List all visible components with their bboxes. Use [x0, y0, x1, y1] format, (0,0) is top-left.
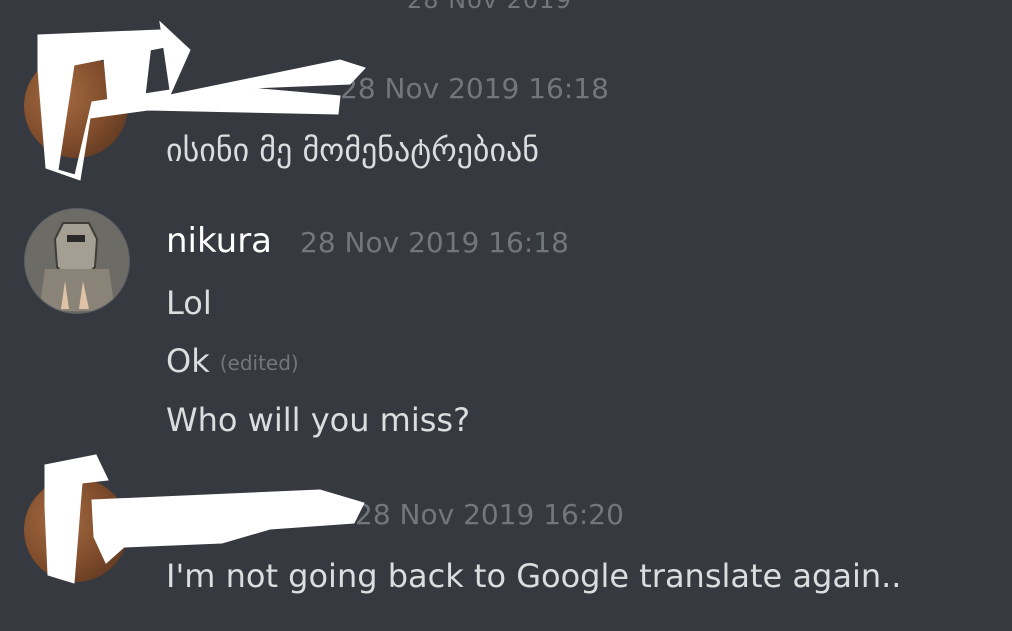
date-divider: 28 Nov 2019 — [0, 0, 1012, 14]
avatar[interactable] — [24, 478, 128, 582]
avatar[interactable] — [24, 54, 128, 158]
message-text: ისინი მე მომენატრებიან — [166, 131, 539, 169]
edited-label: (edited) — [219, 351, 299, 375]
message-author[interactable]: nikura — [166, 221, 272, 261]
message-timestamp: 28 Nov 2019 16:20 — [355, 498, 624, 531]
date-divider-text: 28 Nov 2019 — [407, 0, 572, 14]
knight-avatar-icon — [25, 209, 129, 313]
avatar[interactable] — [24, 208, 130, 314]
message-text: Ok (edited) — [166, 342, 299, 380]
message-text: I'm not going back to Google translate a… — [166, 557, 902, 595]
message-text: Who will you miss? — [166, 401, 471, 439]
message-timestamp: 28 Nov 2019 16:18 — [340, 72, 609, 105]
message-timestamp: 28 Nov 2019 16:18 — [300, 226, 569, 259]
chat-screen: 28 Nov 2019 28 Nov 2019 16:18 ისინი მე მ… — [0, 0, 1012, 631]
message-text-ok: Ok — [166, 342, 210, 380]
message-text: Lol — [166, 284, 212, 322]
